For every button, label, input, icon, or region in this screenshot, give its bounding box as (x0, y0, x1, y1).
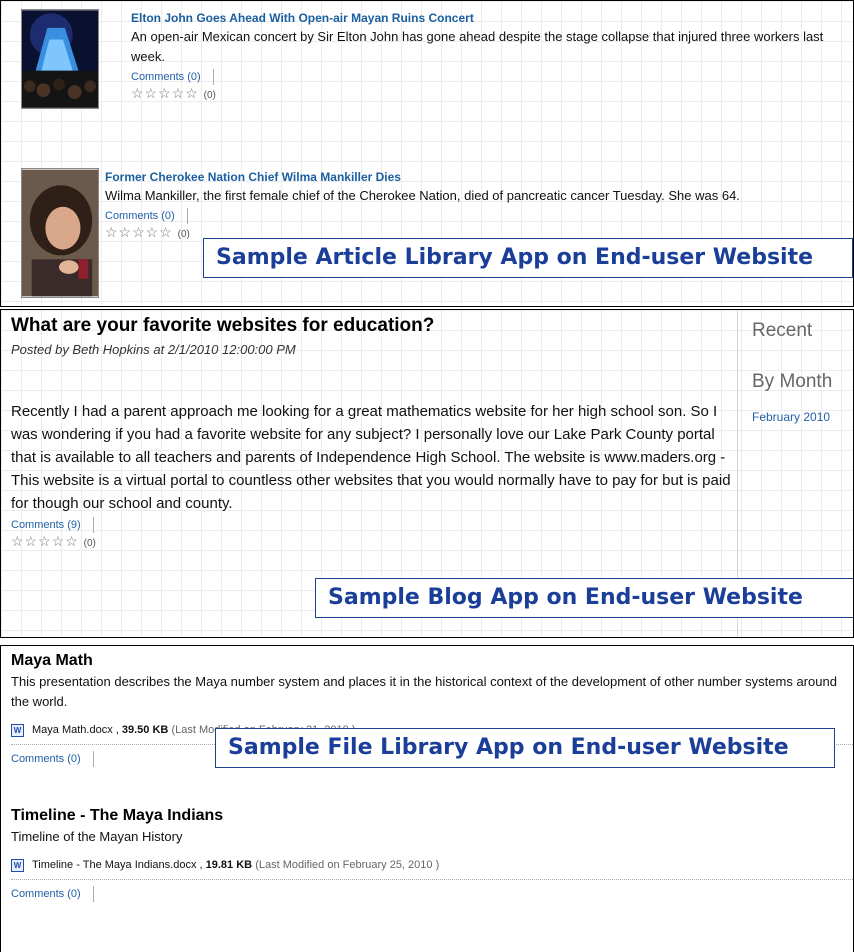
file-description: Timeline of the Mayan History (11, 829, 183, 844)
star-rating[interactable]: ☆☆☆☆☆ (0) (131, 85, 849, 104)
file-name[interactable]: Maya Math.docx , (32, 722, 119, 738)
comments-link[interactable]: Comments (0) (131, 69, 214, 85)
star-rating[interactable]: ☆☆☆☆☆ (0) (11, 533, 737, 552)
post-meta: Posted by Beth Hopkins at 2/1/2010 12:00… (11, 342, 296, 357)
concert-thumbnail[interactable] (21, 9, 99, 109)
comments-link[interactable]: Comments (9) (11, 517, 94, 533)
article-library-panel: Elton John Goes Ahead With Open-air Maya… (0, 0, 854, 307)
blog-post: What are your favorite websites for educ… (11, 310, 737, 552)
star-icon[interactable]: ☆☆☆☆☆ (131, 85, 199, 101)
recent-heading[interactable]: Recent (752, 318, 853, 344)
file-name[interactable]: Timeline - The Maya Indians.docx , (32, 857, 203, 873)
article-title[interactable]: Elton John Goes Ahead With Open-air Maya… (131, 9, 849, 27)
file-title[interactable]: Timeline - The Maya Indians (11, 805, 853, 827)
article-summary: Wilma Mankiller, the first female chief … (105, 188, 740, 203)
file-library-panel: Maya Math This presentation describes th… (0, 645, 854, 952)
file-modified: (Last Modified on February 25, 2010 ) (255, 859, 440, 871)
blog-panel: What are your favorite websites for educ… (0, 309, 854, 638)
word-document-icon[interactable]: W (11, 723, 24, 737)
month-link[interactable]: February 2010 (752, 409, 853, 425)
post-title[interactable]: What are your favorite websites for educ… (11, 312, 737, 340)
blog-caption: Sample Blog App on End-user Website (315, 578, 853, 618)
comments-link[interactable]: Comments (0) (11, 751, 94, 767)
file-description: This presentation describes the Maya num… (11, 674, 837, 709)
article-title[interactable]: Former Cherokee Nation Chief Wilma Manki… (105, 168, 849, 186)
file-attachment[interactable]: W Timeline - The Maya Indians.docx , 19.… (11, 857, 853, 880)
file-item: Timeline - The Maya Indians Timeline of … (11, 805, 853, 902)
rating-count: (0) (203, 90, 216, 101)
star-icon[interactable]: ☆☆☆☆☆ (105, 224, 173, 240)
star-icon[interactable]: ☆☆☆☆☆ (11, 533, 79, 549)
word-document-icon[interactable]: W (11, 858, 24, 872)
rating-count: (0) (83, 538, 96, 549)
rating-count: (0) (177, 229, 190, 240)
file-caption: Sample File Library App on End-user Webs… (215, 728, 835, 768)
article-caption: Sample Article Library App on End-user W… (203, 238, 853, 278)
portrait-thumbnail[interactable] (21, 168, 99, 298)
file-size: 39.50 KB (121, 724, 169, 736)
by-month-heading[interactable]: By Month (752, 369, 853, 395)
file-size: 19.81 KB (205, 859, 253, 871)
article-summary: An open-air Mexican concert by Sir Elton… (131, 29, 824, 64)
file-title[interactable]: Maya Math (11, 650, 853, 672)
post-body: Recently I had a parent approach me look… (11, 403, 731, 512)
comments-link[interactable]: Comments (0) (11, 886, 94, 902)
comments-link[interactable]: Comments (0) (105, 208, 188, 224)
